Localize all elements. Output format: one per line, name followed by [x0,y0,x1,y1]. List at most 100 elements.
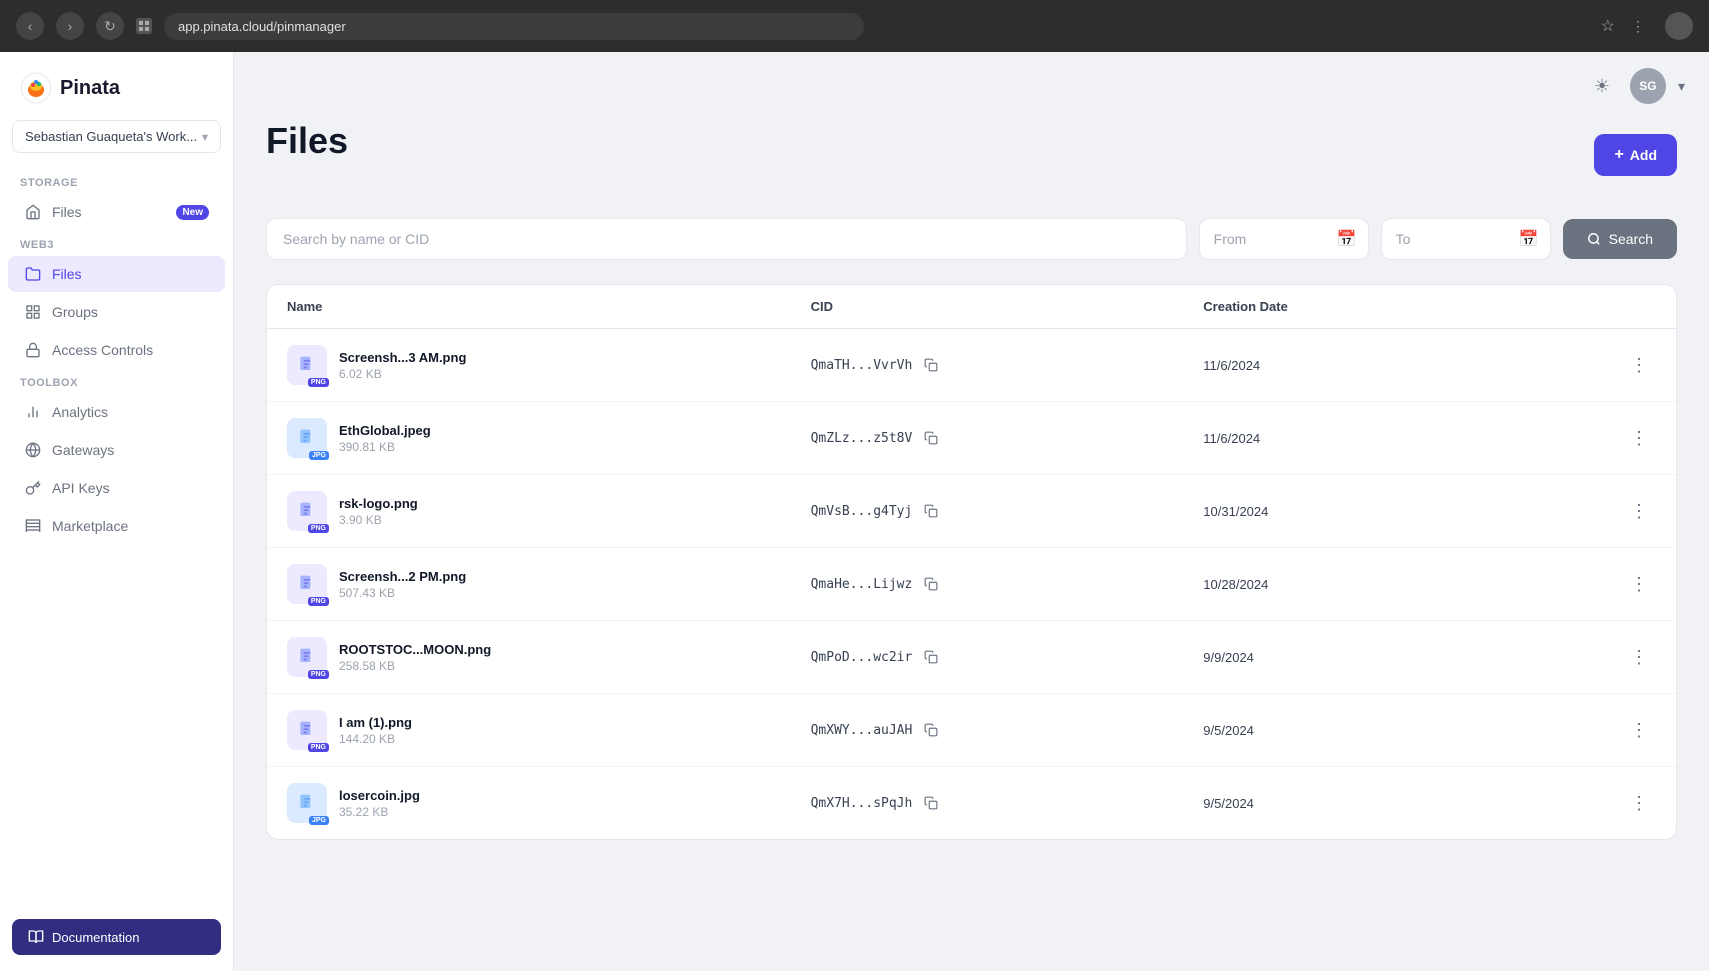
date-cell: 9/5/2024 [1203,723,1596,738]
actions-cell: ⋮ [1596,424,1656,453]
cid-cell: QmXWY...auJAH [811,719,1204,741]
row-more-button[interactable]: ⋮ [1622,570,1656,599]
cid-value: QmaTH...VvrVh [811,358,913,373]
table-header: Name CID Creation Date [267,285,1676,329]
cid-cell: QmVsB...g4Tyj [811,500,1204,522]
plus-icon: + [1614,146,1623,164]
sidebar-item-files-web3[interactable]: Files [8,256,225,292]
browser-profile-icon [1665,12,1693,40]
to-date-input[interactable] [1381,218,1551,260]
col-cid: CID [811,299,1204,314]
date-cell: 11/6/2024 [1203,358,1596,373]
table-row: PNG I am (1).png 144.20 KB QmXWY...auJAH… [267,694,1676,767]
file-type-icon [297,720,317,740]
search-icon [1587,232,1601,246]
docs-label: Documentation [52,930,139,945]
workspace-selector[interactable]: Sebastian Guaqueta's Work... ▾ [12,120,221,153]
copy-cid-button[interactable] [920,354,942,376]
theme-toggle-button[interactable]: ☀ [1586,70,1618,102]
file-type-icon [297,501,317,521]
user-dropdown-arrow[interactable]: ▾ [1678,78,1685,95]
sidebar-item-groups[interactable]: Groups [8,294,225,330]
row-more-button[interactable]: ⋮ [1622,643,1656,672]
documentation-button[interactable]: Documentation [12,919,221,955]
sidebar-item-marketplace[interactable]: Marketplace [8,508,225,544]
file-size: 144.20 KB [339,732,412,746]
copy-icon [924,577,938,591]
sidebar-item-label: Access Controls [52,342,209,358]
url-bar[interactable] [164,13,864,40]
from-date-input[interactable] [1199,218,1369,260]
actions-cell: ⋮ [1596,497,1656,526]
nav-refresh-button[interactable]: ↻ [96,12,124,40]
sidebar-item-analytics[interactable]: Analytics [8,394,225,430]
col-date: Creation Date [1203,299,1596,314]
copy-cid-button[interactable] [920,792,942,814]
sidebar-item-label: Files [52,266,209,282]
cid-cell: QmaHe...Lijwz [811,573,1204,595]
copy-cid-button[interactable] [920,646,942,668]
copy-cid-button[interactable] [920,500,942,522]
storage-section-label: STORAGE [0,169,233,193]
row-more-button[interactable]: ⋮ [1622,351,1656,380]
copy-cid-button[interactable] [920,719,942,741]
file-size: 390.81 KB [339,440,431,454]
row-more-button[interactable]: ⋮ [1622,424,1656,453]
file-icon-wrap: PNG [287,637,327,677]
sidebar-item-api-keys[interactable]: API Keys [8,470,225,506]
search-button[interactable]: Search [1563,219,1677,259]
sidebar-item-gateways[interactable]: Gateways [8,432,225,468]
file-info: JPG losercoin.jpg 35.22 KB [287,783,811,823]
groups-icon [24,303,42,321]
cid-value: QmPoD...wc2ir [811,650,913,665]
file-ext-badge: PNG [308,670,329,679]
main-content: ☀ SG ▾ Files + Add 📅 [234,52,1709,971]
add-button[interactable]: + Add [1594,134,1677,176]
copy-cid-button[interactable] [920,573,942,595]
file-name: rsk-logo.png [339,496,418,511]
nav-back-button[interactable]: ‹ [16,12,44,40]
nav-forward-button[interactable]: › [56,12,84,40]
sidebar-item-label: Gateways [52,442,209,458]
actions-cell: ⋮ [1596,570,1656,599]
sidebar-item-label: Marketplace [52,518,209,534]
search-input[interactable] [266,218,1187,260]
logo-icon [20,72,52,104]
sidebar-item-label: API Keys [52,480,209,496]
file-name: losercoin.jpg [339,788,420,803]
copy-cid-button[interactable] [920,427,942,449]
table-row: JPG losercoin.jpg 35.22 KB QmX7H...sPqJh… [267,767,1676,839]
sidebar-item-label: Groups [52,304,209,320]
actions-cell: ⋮ [1596,789,1656,818]
file-name: Screensh...2 PM.png [339,569,466,584]
row-more-button[interactable]: ⋮ [1622,716,1656,745]
date-cell: 9/9/2024 [1203,650,1596,665]
file-icon-wrap: PNG [287,710,327,750]
file-type-icon [297,355,317,375]
file-details: EthGlobal.jpeg 390.81 KB [339,423,431,454]
files-table: Name CID Creation Date PNG Screensh.. [266,284,1677,840]
copy-icon [924,504,938,518]
file-details: Screensh...3 AM.png 6.02 KB [339,350,466,381]
file-icon-wrap: PNG [287,345,327,385]
top-bar: ☀ SG ▾ [234,52,1709,120]
workspace-name: Sebastian Guaqueta's Work... [25,129,197,144]
file-size: 258.58 KB [339,659,491,673]
file-details: rsk-logo.png 3.90 KB [339,496,418,527]
cid-value: QmVsB...g4Tyj [811,504,913,519]
file-info: PNG I am (1).png 144.20 KB [287,710,811,750]
user-avatar[interactable]: SG [1630,68,1666,104]
file-details: I am (1).png 144.20 KB [339,715,412,746]
sidebar-item-access-controls[interactable]: Access Controls [8,332,225,368]
row-more-button[interactable]: ⋮ [1622,497,1656,526]
file-info: PNG Screensh...3 AM.png 6.02 KB [287,345,811,385]
sidebar-item-files-storage[interactable]: Files New [8,194,225,230]
browser-chrome: ‹ › ↻ ☆ ⋮ [0,0,1709,52]
row-more-button[interactable]: ⋮ [1622,789,1656,818]
copy-icon [924,723,938,737]
docs-icon [28,929,44,945]
key-icon [24,479,42,497]
date-cell: 11/6/2024 [1203,431,1596,446]
date-cell: 10/28/2024 [1203,577,1596,592]
table-body: PNG Screensh...3 AM.png 6.02 KB QmaTH...… [267,329,1676,839]
